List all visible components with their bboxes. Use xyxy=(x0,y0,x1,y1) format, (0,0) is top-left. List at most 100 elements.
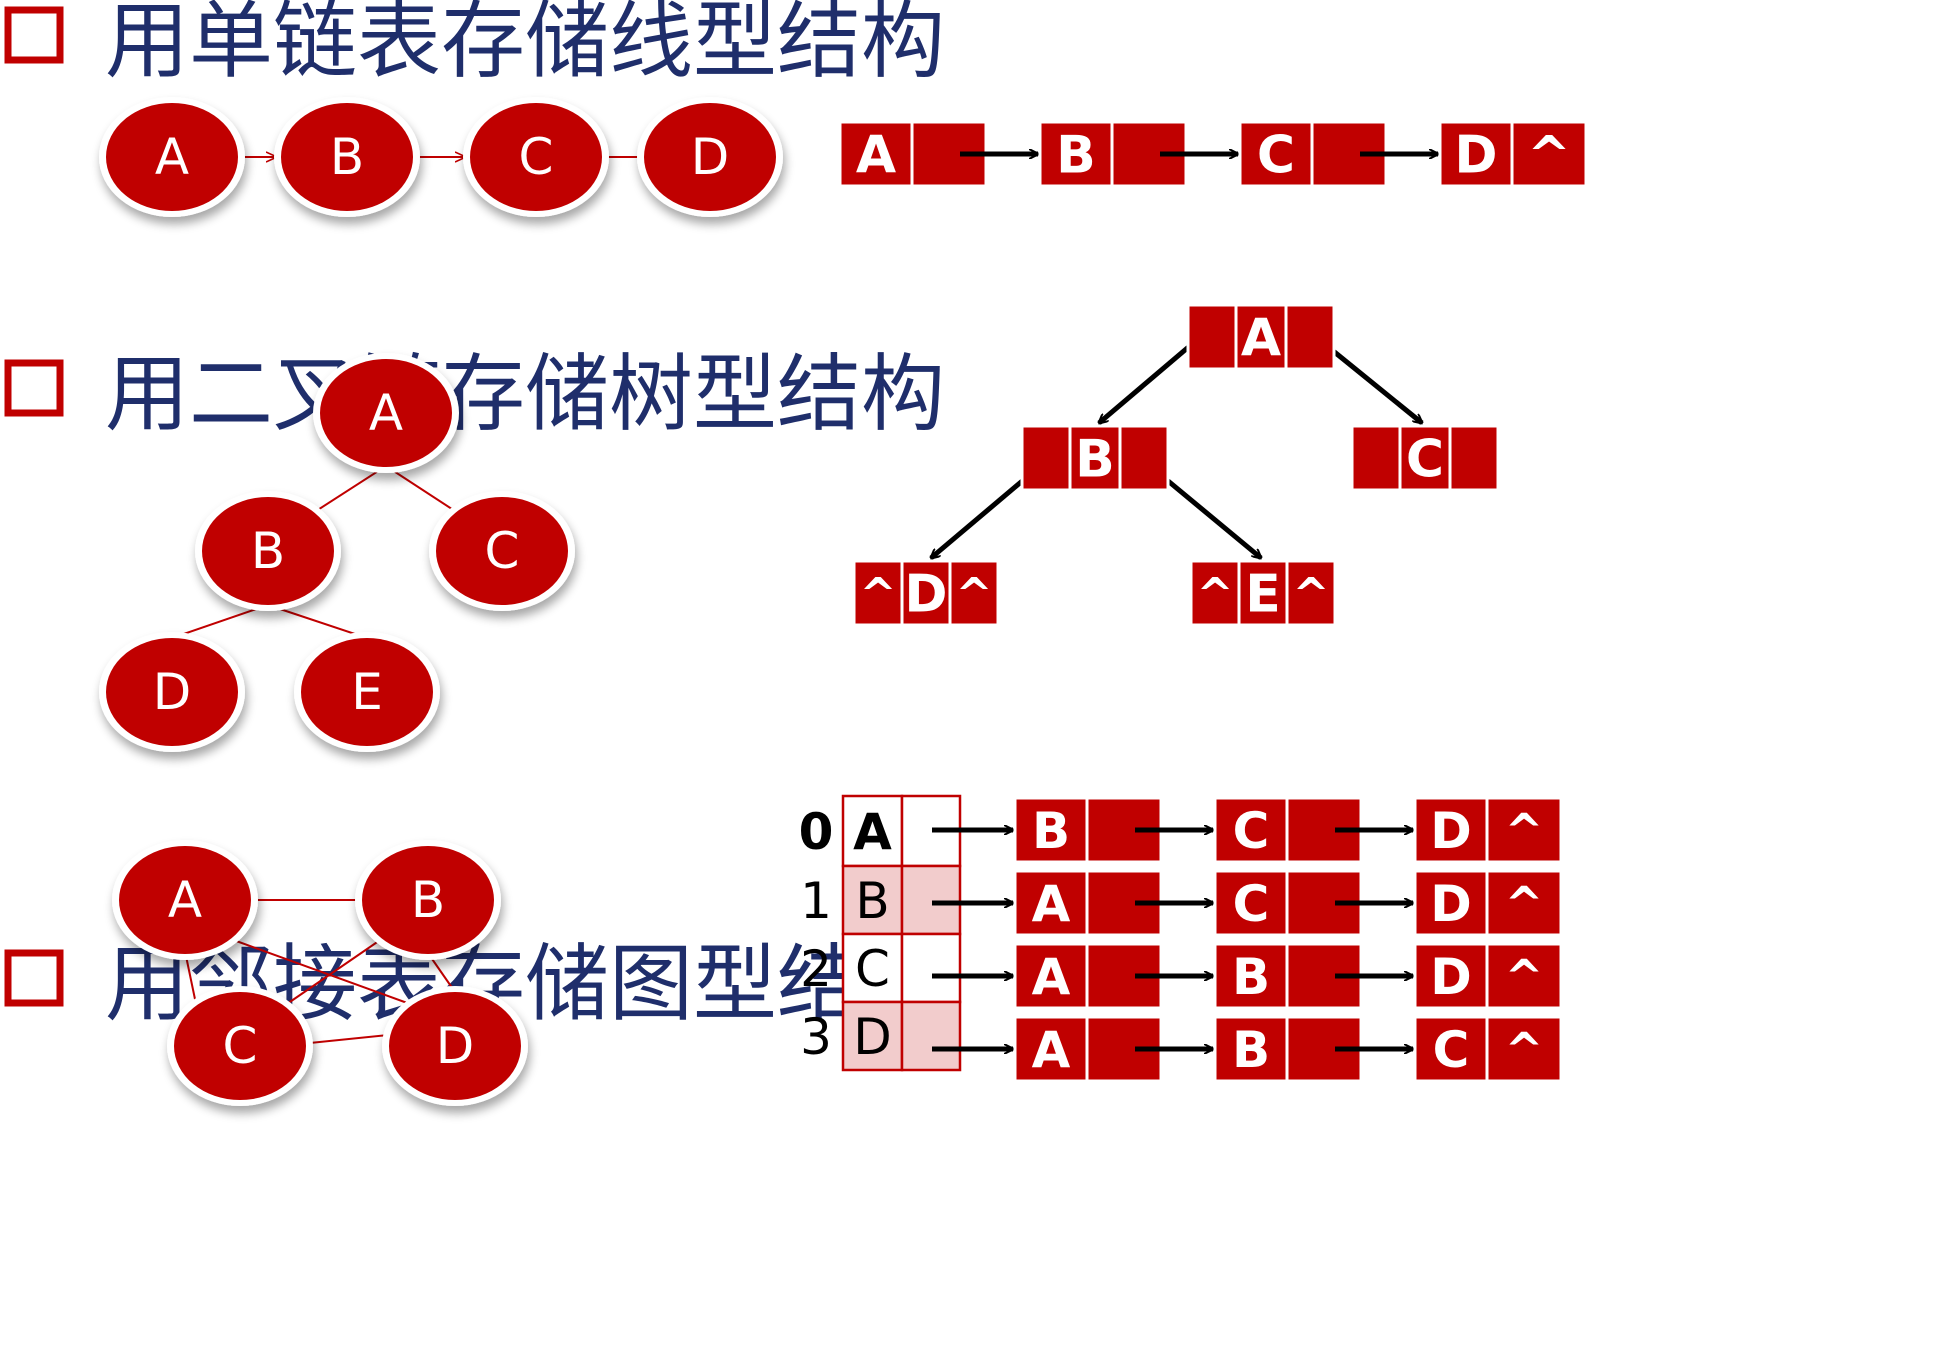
adjvex-field: D xyxy=(1413,942,1489,1010)
binary-node: A xyxy=(1186,303,1336,371)
cell-label: C xyxy=(1433,1021,1470,1079)
cell-label: D xyxy=(1454,126,1497,186)
data-field: B xyxy=(1068,424,1122,492)
bullet-square-icon xyxy=(4,359,64,417)
node-label: C xyxy=(223,1017,258,1075)
row-index: 1 xyxy=(800,872,832,930)
node-label: A xyxy=(155,128,189,186)
cell-label: D xyxy=(1430,802,1472,860)
adj-node: D ^ xyxy=(1413,869,1563,937)
cell-box xyxy=(1186,303,1238,371)
adjvex-field: B xyxy=(1213,1015,1289,1083)
cell-label: D xyxy=(1430,875,1472,933)
adj-node: C ^ xyxy=(1413,1015,1563,1083)
cell-label: E xyxy=(1245,565,1281,625)
diagram-canvas: 用单链表存储线型结构 用二叉链存储树型结构 用邻接表存储图型结构 ABCD AB… xyxy=(4,0,1588,1106)
singly-linked-list: A B C D ^ xyxy=(838,120,1588,188)
vertex-cell: C xyxy=(841,932,904,1004)
node-c: C xyxy=(429,491,575,611)
row-index: 0 xyxy=(799,803,834,861)
right-pointer-field: ^ xyxy=(948,559,1000,627)
adjvex-field: D xyxy=(1413,796,1489,864)
adjacency-list: 0 A B C D ^1 B A C D ^2 C A B D ^3 D A B C ^ xyxy=(799,794,1563,1083)
right-pointer-field: ^ xyxy=(1285,559,1337,627)
cell-box xyxy=(900,932,962,1004)
adjvex-field: C xyxy=(1213,869,1289,937)
bullet-square-icon xyxy=(4,949,64,1007)
next-field: ^ xyxy=(1485,796,1563,864)
adjvex-field: A xyxy=(1013,942,1089,1010)
adjacency-row: 3 D A B C ^ xyxy=(800,1000,1563,1083)
data-field: D xyxy=(900,559,952,627)
edge-b-d xyxy=(171,604,269,639)
cell-label: D xyxy=(904,565,947,625)
cell-label: A xyxy=(853,803,892,861)
left-pointer-field: ^ xyxy=(852,559,904,627)
vertex-cell: D xyxy=(841,1000,904,1072)
node-label: A xyxy=(369,384,403,442)
row-index: 3 xyxy=(800,1008,832,1066)
node-label: B xyxy=(330,128,364,186)
data-field: A xyxy=(838,120,914,188)
node-label: B xyxy=(251,522,285,580)
node-label: C xyxy=(485,522,520,580)
left-pointer-field xyxy=(1350,424,1402,492)
cell-label: ^ xyxy=(1505,877,1544,931)
cell-box xyxy=(900,864,962,936)
cell-box xyxy=(1350,424,1402,492)
data-field: A xyxy=(1234,303,1288,371)
adjvex-field: B xyxy=(1213,942,1289,1010)
cell-label: ^ xyxy=(1505,804,1544,858)
cell-box xyxy=(1448,424,1500,492)
edge-a-b xyxy=(312,465,387,514)
row-index: 2 xyxy=(800,940,832,998)
data-field: C xyxy=(1398,424,1452,492)
node-d: D xyxy=(637,97,783,217)
binary-node: ^ E ^ xyxy=(1189,559,1337,627)
adjvex-field: D xyxy=(1413,869,1489,937)
edge-a-c xyxy=(385,465,459,514)
adjacency-row: 2 C A B D ^ xyxy=(800,932,1563,1010)
cell-label: A xyxy=(856,126,896,186)
node-label: D xyxy=(153,663,192,721)
data-field: C xyxy=(1238,120,1314,188)
cell-label: ^ xyxy=(1527,126,1571,186)
node-b: B xyxy=(195,491,341,611)
cell-label: B xyxy=(1075,430,1115,490)
data-field: D xyxy=(1438,120,1514,188)
section-title: 用二叉链存储树型结构 xyxy=(105,345,945,443)
next-field: ^ xyxy=(1510,120,1588,188)
node-c: C xyxy=(463,97,609,217)
cell-label: B xyxy=(1056,126,1096,186)
node-d: D xyxy=(99,632,245,752)
node-label: C xyxy=(519,128,554,186)
node-d: D xyxy=(382,986,528,1106)
cell-label: ^ xyxy=(1505,950,1544,1004)
adjacency-row: 1 B A C D ^ xyxy=(800,864,1563,937)
cell-label: D xyxy=(1430,948,1472,1006)
cell-label: ^ xyxy=(1505,1023,1544,1077)
list-node: D ^ xyxy=(1438,120,1588,188)
cell-label: ^ xyxy=(1293,569,1330,620)
cell-label: D xyxy=(853,1008,892,1066)
adjacency-row: 0 A B C D ^ xyxy=(799,794,1563,868)
node-c: C xyxy=(167,986,313,1106)
adjvex-field: A xyxy=(1013,1015,1089,1083)
binary-node: B xyxy=(1020,424,1170,492)
next-field: ^ xyxy=(1485,869,1563,937)
node-label: D xyxy=(691,128,730,186)
node-a: A xyxy=(99,97,245,217)
cell-box xyxy=(1020,424,1072,492)
cell-label: A xyxy=(1032,1021,1071,1079)
node-label: D xyxy=(436,1017,475,1075)
adjvex-field: C xyxy=(1413,1015,1489,1083)
firstarc-cell xyxy=(900,932,962,1004)
right-pointer-field xyxy=(1448,424,1500,492)
next-field: ^ xyxy=(1485,1015,1563,1083)
node-b: B xyxy=(274,97,420,217)
node-a: A xyxy=(313,353,459,473)
firstarc-cell xyxy=(900,1000,962,1072)
next-field: ^ xyxy=(1485,942,1563,1010)
vertex-cell: A xyxy=(841,794,904,868)
adjvex-field: A xyxy=(1013,869,1089,937)
